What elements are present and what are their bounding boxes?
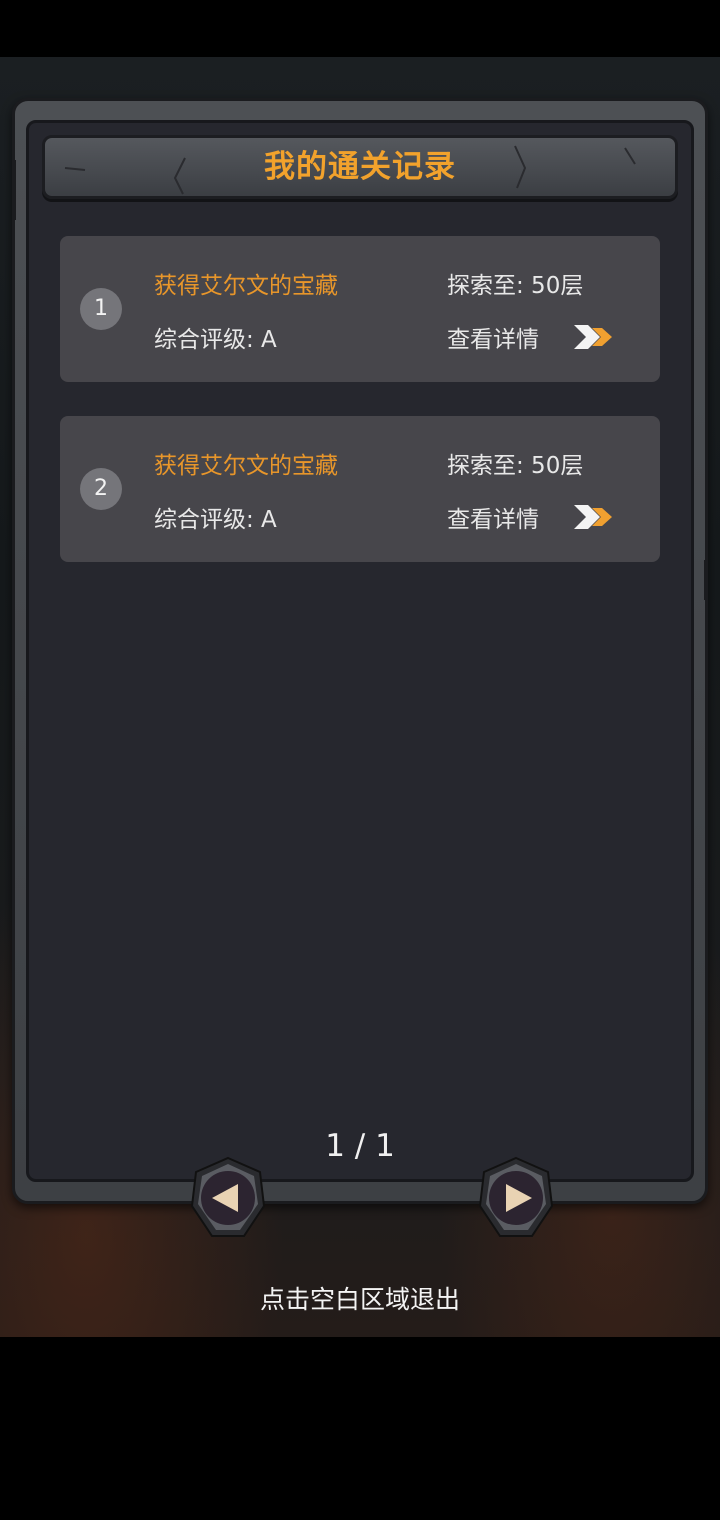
exit-hint: 点击空白区域退出 bbox=[259, 1285, 460, 1314]
record-card-1[interactable]: 1 获得艾尔文的宝藏 综合评级: A 探索至: 50层 查看详情 bbox=[60, 236, 660, 382]
frame-crack bbox=[12, 160, 16, 220]
record-grade: 综合评级: A bbox=[154, 327, 277, 353]
page-indicator: 1 / 1 bbox=[325, 1128, 395, 1164]
record-floor: 探索至: 50层 bbox=[447, 453, 584, 479]
frame-crack bbox=[704, 560, 708, 600]
view-details-button[interactable]: 查看详情 bbox=[447, 500, 539, 534]
record-grade: 综合评级: A bbox=[154, 507, 277, 533]
record-floor: 探索至: 50层 bbox=[447, 273, 584, 299]
rank-badge: 2 bbox=[80, 468, 122, 510]
double-chevron-right-icon[interactable] bbox=[572, 502, 616, 532]
double-chevron-right-icon[interactable] bbox=[572, 322, 616, 352]
record-name: 获得艾尔文的宝藏 bbox=[154, 453, 338, 479]
panel-title: 我的通关记录 bbox=[264, 149, 456, 185]
rank-badge: 1 bbox=[80, 288, 122, 330]
prev-page-button[interactable] bbox=[188, 1156, 268, 1240]
record-name: 获得艾尔文的宝藏 bbox=[154, 273, 338, 299]
view-details-button[interactable]: 查看详情 bbox=[447, 320, 539, 354]
record-card-2[interactable]: 2 获得艾尔文的宝藏 综合评级: A 探索至: 50层 查看详情 bbox=[60, 416, 660, 562]
next-page-button[interactable] bbox=[476, 1156, 556, 1240]
